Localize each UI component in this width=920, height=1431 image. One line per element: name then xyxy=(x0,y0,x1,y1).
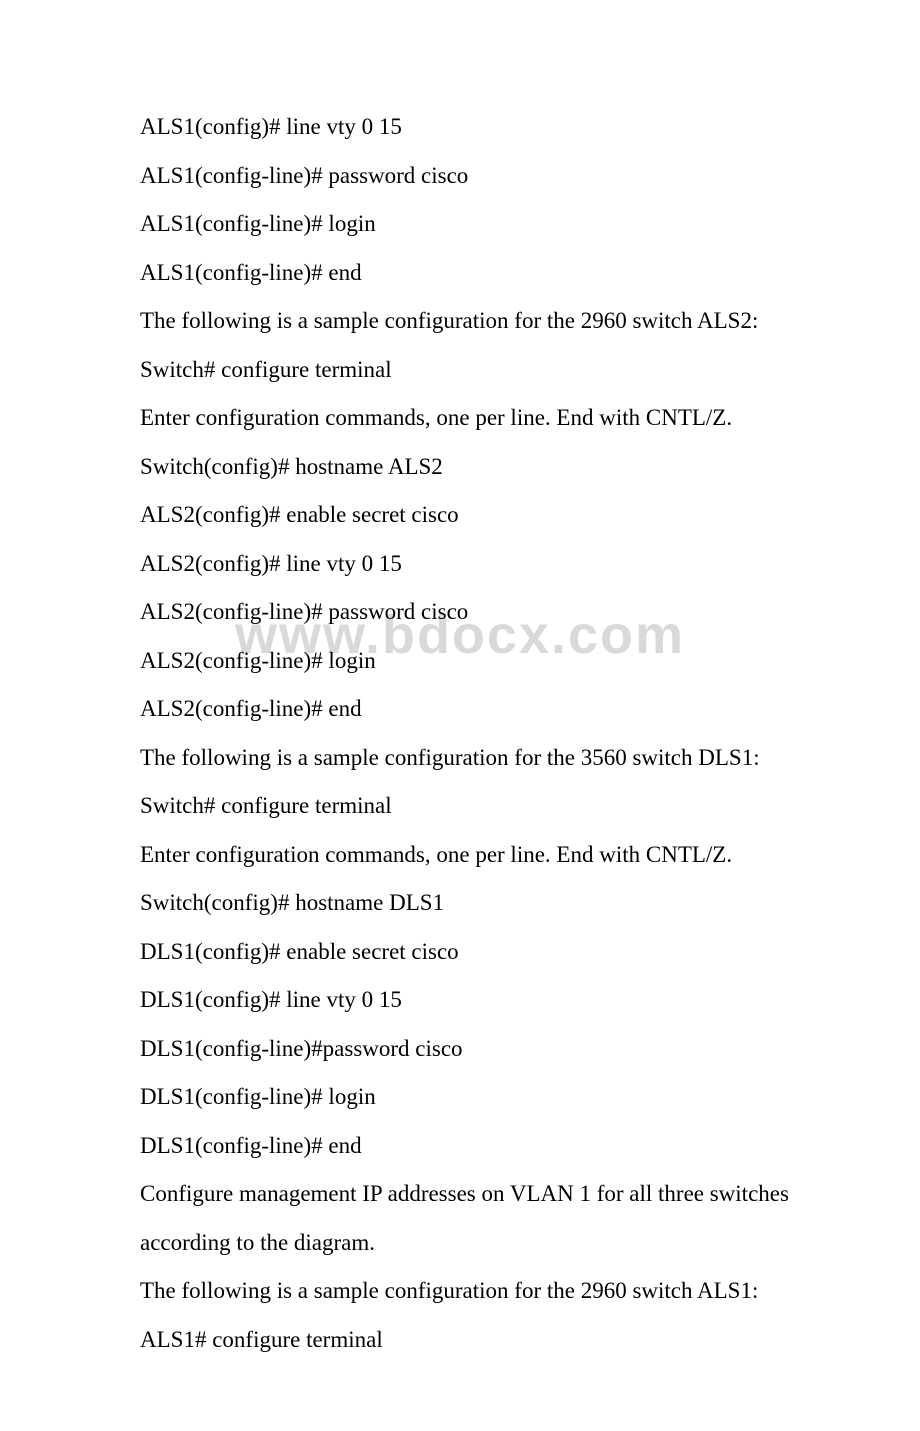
description-line: The following is a sample configuration … xyxy=(90,1274,830,1309)
config-line: DLS1(config-line)#password cisco xyxy=(90,1032,830,1067)
config-line: DLS1(config)# enable secret cisco xyxy=(90,935,830,970)
config-line: Switch(config)# hostname ALS2 xyxy=(90,450,830,485)
description-line: The following is a sample configuration … xyxy=(90,304,830,339)
document-content: ALS1(config)# line vty 0 15 ALS1(config-… xyxy=(90,110,830,1357)
config-line: ALS1(config-line)# password cisco xyxy=(90,159,830,194)
config-line: ALS1(config)# line vty 0 15 xyxy=(90,110,830,145)
config-line: ALS2(config)# line vty 0 15 xyxy=(90,547,830,582)
description-line: Configure management IP addresses on VLA… xyxy=(90,1177,830,1212)
document-page: www.bdocx.com ALS1(config)# line vty 0 1… xyxy=(0,0,920,1431)
config-line: Switch(config)# hostname DLS1 xyxy=(90,886,830,921)
config-line: ALS2(config)# enable secret cisco xyxy=(90,498,830,533)
description-line: Enter configuration commands, one per li… xyxy=(90,401,830,436)
config-line: ALS2(config-line)# password cisco xyxy=(90,595,830,630)
config-line: Switch# configure terminal xyxy=(90,789,830,824)
description-line: The following is a sample configuration … xyxy=(90,741,830,776)
config-line: DLS1(config-line)# end xyxy=(90,1129,830,1164)
config-line: ALS2(config-line)# login xyxy=(90,644,830,679)
config-line: ALS2(config-line)# end xyxy=(90,692,830,727)
config-line: Switch# configure terminal xyxy=(90,353,830,388)
description-line: Enter configuration commands, one per li… xyxy=(90,838,830,873)
config-line: DLS1(config-line)# login xyxy=(90,1080,830,1115)
description-line: according to the diagram. xyxy=(90,1226,830,1261)
config-line: ALS1(config-line)# end xyxy=(90,256,830,291)
config-line: DLS1(config)# line vty 0 15 xyxy=(90,983,830,1018)
config-line: ALS1# configure terminal xyxy=(90,1323,830,1358)
config-line: ALS1(config-line)# login xyxy=(90,207,830,242)
